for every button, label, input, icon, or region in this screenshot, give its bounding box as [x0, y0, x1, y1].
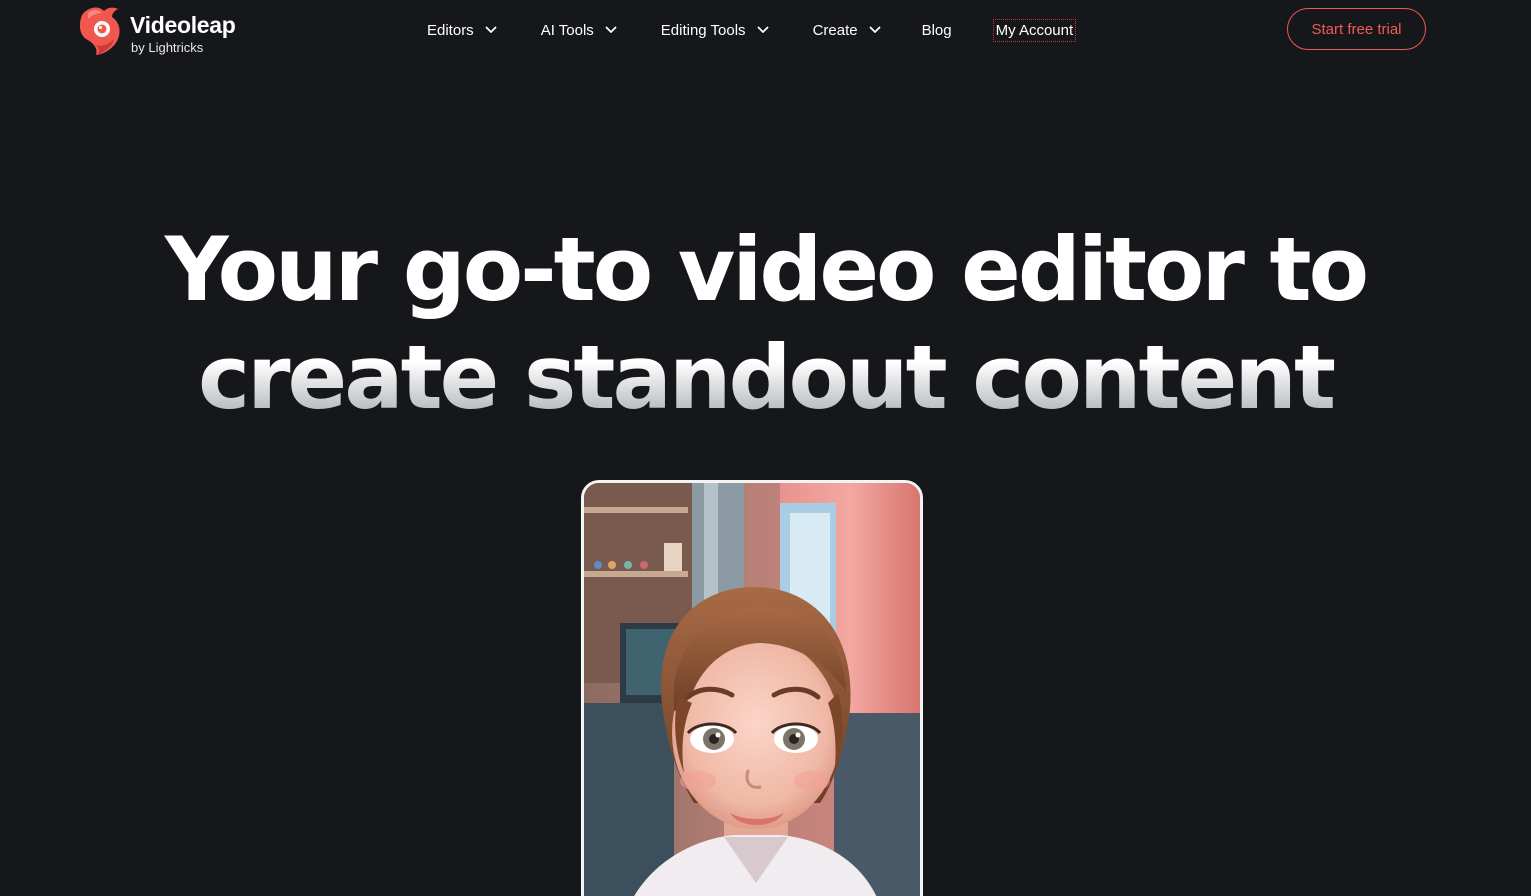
- animated-portrait-preview: [584, 483, 920, 896]
- nav-item-ai-tools[interactable]: AI Tools: [541, 22, 617, 39]
- nav-item-blog[interactable]: Blog: [922, 22, 952, 39]
- hero-heading-line-1: Your go-to video editor to: [164, 218, 1369, 321]
- nav-item-editors[interactable]: Editors: [427, 22, 497, 39]
- video-preview-frame[interactable]: [581, 480, 923, 896]
- main-nav: Editors AI Tools Editing Tools Create Bl…: [427, 0, 1077, 60]
- chevron-down-icon: [485, 26, 497, 33]
- start-free-trial-button[interactable]: Start free trial: [1287, 8, 1426, 50]
- nav-item-label: My Account: [995, 21, 1074, 39]
- nav-item-label: Editors: [427, 21, 474, 39]
- nav-item-editing-tools[interactable]: Editing Tools: [661, 22, 769, 39]
- brand-tagline: by Lightricks: [131, 40, 204, 55]
- nav-item-label: AI Tools: [540, 21, 594, 39]
- hero-heading-line-2: create standout content: [0, 324, 1531, 432]
- site-header: Videoleap by Lightricks Editors AI Tools…: [0, 0, 1531, 60]
- videoleap-bird-icon: [79, 7, 120, 56]
- chevron-down-icon: [869, 26, 880, 33]
- chevron-down-icon: [757, 26, 768, 33]
- nav-item-label: Editing Tools: [660, 21, 746, 39]
- nav-item-create[interactable]: Create: [813, 22, 881, 39]
- nav-item-label: Create: [812, 21, 858, 39]
- hero-heading: Your go-to video editor to create stando…: [0, 216, 1531, 432]
- cta-label: Start free trial: [1311, 20, 1402, 38]
- chevron-down-icon: [605, 26, 617, 33]
- nav-item-label: Blog: [921, 21, 952, 39]
- brand-logo[interactable]: Videoleap by Lightricks: [78, 5, 236, 57]
- nav-item-my-account[interactable]: My Account: [992, 18, 1077, 42]
- page: Videoleap by Lightricks Editors AI Tools…: [0, 0, 1531, 896]
- brand-name: Videoleap: [130, 12, 236, 38]
